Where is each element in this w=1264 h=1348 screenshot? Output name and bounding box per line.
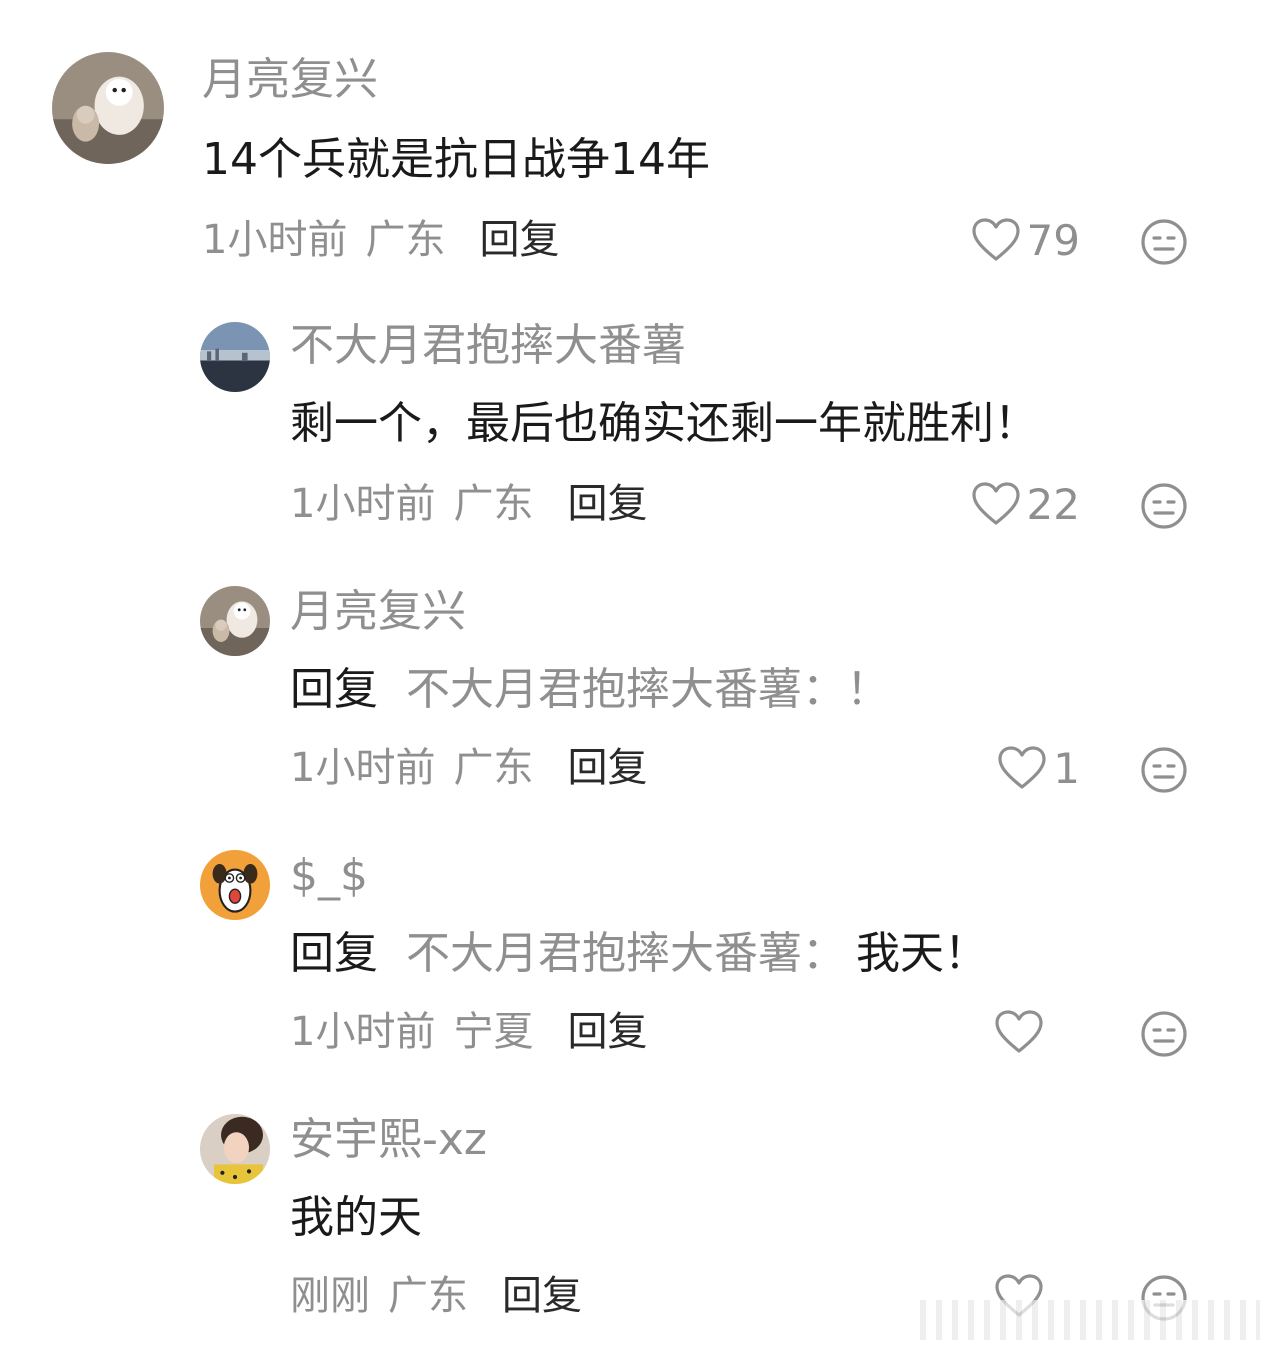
reply-button[interactable]: 回复 xyxy=(567,745,647,791)
heart-outline-icon xyxy=(971,482,1020,525)
like-button[interactable]: 1 xyxy=(960,740,1080,796)
reply-text: 我天！ xyxy=(856,928,988,979)
comment-text: 14个兵就是抗日战争14年 xyxy=(202,134,710,185)
reply-target-user[interactable]: 不大月君抱摔大番薯：！ xyxy=(406,664,890,715)
avatar[interactable] xyxy=(52,52,164,164)
comment-text: 回复 不大月君抱摔大番薯： 我天！ xyxy=(290,928,988,980)
avatar[interactable] xyxy=(200,322,270,392)
comment-text: 我的天 xyxy=(290,1192,422,1243)
username[interactable]: 不大月君抱摔大番薯 xyxy=(290,320,686,372)
avatar[interactable] xyxy=(200,1114,270,1184)
location: 宁夏 xyxy=(453,1009,534,1055)
timestamp: 1小时前 xyxy=(290,745,436,791)
like-button[interactable]: 79 xyxy=(960,212,1080,268)
comment-item: 月亮复兴 回复 不大月君抱摔大番薯：！ 1小时前 广东 回复 1 xyxy=(0,552,1264,816)
username[interactable]: 安宇熙-xz xyxy=(290,1114,487,1166)
comment-meta: 1小时前 广东 回复 xyxy=(290,480,647,528)
heart-outline-icon xyxy=(995,1010,1043,1053)
location: 广东 xyxy=(388,1273,468,1319)
heart-outline-icon xyxy=(971,218,1020,261)
avatar[interactable] xyxy=(200,586,270,656)
comment-text: 剩一个，最后也确实还剩一年就胜利！ xyxy=(290,398,1038,449)
location: 广东 xyxy=(453,745,534,791)
reply-button[interactable]: 回复 xyxy=(479,217,559,263)
location: 广东 xyxy=(365,217,446,263)
reply-button[interactable]: 回复 xyxy=(567,1009,647,1055)
timestamp: 1小时前 xyxy=(202,217,348,263)
dislike-button[interactable] xyxy=(1140,746,1188,794)
neutral-face-icon xyxy=(1141,747,1187,793)
reply-prefix: 回复 xyxy=(290,664,378,715)
username[interactable]: $_$ xyxy=(290,850,368,902)
timestamp: 1小时前 xyxy=(290,1009,436,1055)
dislike-button[interactable] xyxy=(1140,482,1188,530)
timestamp: 刚刚 xyxy=(290,1273,370,1319)
comment-meta: 刚刚 广东 回复 xyxy=(290,1272,582,1320)
neutral-face-icon xyxy=(1141,1011,1187,1057)
comment-text: 回复 不大月君抱摔大番薯：！ xyxy=(290,664,890,716)
username[interactable]: 月亮复兴 xyxy=(202,54,378,106)
comment-item: 不大月君抱摔大番薯 剩一个，最后也确实还剩一年就胜利！ 1小时前 广东 回复 22 xyxy=(0,290,1264,552)
reply-button[interactable]: 回复 xyxy=(502,1273,582,1319)
comment-meta: 1小时前 广东 回复 xyxy=(290,744,647,792)
comment-item: $_$ 回复 不大月君抱摔大番薯： 我天！ 1小时前 宁夏 回复 xyxy=(0,816,1264,1080)
heart-outline-icon xyxy=(998,746,1046,789)
watermark-strip xyxy=(920,1300,1260,1340)
like-count: 79 xyxy=(1026,215,1080,265)
reply-prefix: 回复 xyxy=(290,928,378,979)
dislike-button[interactable] xyxy=(1140,218,1188,266)
comment-meta: 1小时前 宁夏 回复 xyxy=(290,1008,647,1056)
reply-button[interactable]: 回复 xyxy=(567,481,647,527)
comment-item: 月亮复兴 14个兵就是抗日战争14年 1小时前 广东 回复 79 xyxy=(0,0,1264,290)
like-count: 1 xyxy=(1053,743,1080,793)
dislike-button[interactable] xyxy=(1140,1010,1188,1058)
like-button[interactable] xyxy=(960,1004,1050,1060)
like-button[interactable]: 22 xyxy=(960,476,1080,532)
username[interactable]: 月亮复兴 xyxy=(290,586,466,638)
location: 广东 xyxy=(453,481,534,527)
timestamp: 1小时前 xyxy=(290,481,436,527)
like-count: 22 xyxy=(1026,479,1080,529)
neutral-face-icon xyxy=(1141,219,1187,265)
reply-target-user[interactable]: 不大月君抱摔大番薯： xyxy=(406,928,846,979)
comment-meta: 1小时前 广东 回复 xyxy=(202,216,559,264)
avatar[interactable] xyxy=(200,850,270,920)
neutral-face-icon xyxy=(1141,483,1187,529)
